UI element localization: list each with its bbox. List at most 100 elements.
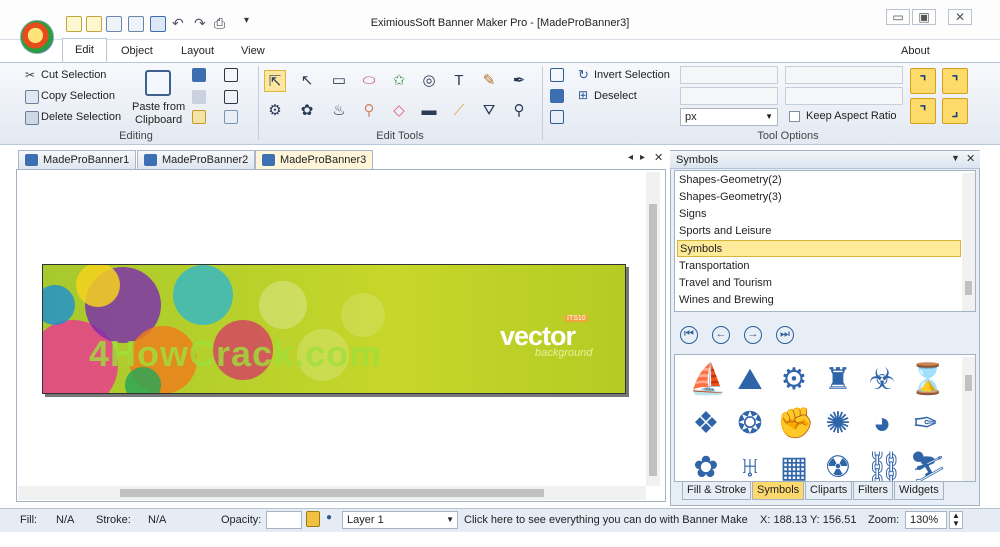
close-tab-icon[interactable]: ✕ xyxy=(654,151,663,164)
gear-icon[interactable]: ⚙ xyxy=(777,363,811,397)
cut-selection-button[interactable]: Cut Selection xyxy=(41,69,106,81)
mountain-icon[interactable]: ⛰ xyxy=(733,363,767,397)
zoom-tool-icon[interactable]: ⚲ xyxy=(508,100,530,122)
frame-dropdown-icon[interactable] xyxy=(224,90,238,104)
tab-layout[interactable]: Layout xyxy=(181,40,214,62)
list-scrollbar[interactable] xyxy=(962,173,975,311)
doc-tab-3[interactable]: MadeProBanner3 xyxy=(255,150,374,169)
biohazard-icon[interactable]: ☣ xyxy=(865,363,899,397)
scroll-thumb[interactable] xyxy=(965,375,972,391)
document-icon[interactable] xyxy=(192,68,206,82)
lock-icon[interactable] xyxy=(306,511,320,527)
deselect-button[interactable]: Deselect xyxy=(594,90,637,102)
measure-tool-icon[interactable]: ⟋ xyxy=(448,100,470,122)
restore-button[interactable]: ▣ xyxy=(912,9,936,25)
next-page-icon[interactable]: → xyxy=(744,326,762,344)
list-item[interactable]: Travel and Tourism xyxy=(677,275,961,292)
align-bottom-left-icon[interactable]: ⌝ xyxy=(910,98,936,124)
burst-icon[interactable]: ✺ xyxy=(821,407,855,441)
spray-tool-icon[interactable]: ✿ xyxy=(296,100,318,122)
opacity-spin[interactable] xyxy=(266,511,302,529)
rectangle-tool-icon[interactable]: ▭ xyxy=(328,70,350,92)
frame-icon[interactable] xyxy=(224,68,238,82)
pen-tool-icon[interactable]: ✒ xyxy=(508,70,530,92)
paste-from-clipboard-button[interactable]: Paste from xyxy=(132,101,185,113)
tab-widgets[interactable]: Widgets xyxy=(894,482,944,500)
copy-selection-button[interactable]: Copy Selection xyxy=(41,90,115,102)
sail-icon[interactable]: ⛵ xyxy=(689,363,726,397)
option-spin-4[interactable] xyxy=(785,87,903,105)
node-tool-icon[interactable]: ↖ xyxy=(296,70,318,92)
list-item[interactable]: Shapes-Geometry(2) xyxy=(677,172,961,189)
list-item[interactable]: Sports and Leisure xyxy=(677,223,961,240)
tab-edit[interactable]: Edit xyxy=(62,38,107,62)
list-item[interactable]: Signs xyxy=(677,206,961,223)
eraser-tool-icon[interactable]: ◇ xyxy=(388,100,410,122)
panel-close-icon[interactable]: ✕ xyxy=(966,152,975,165)
scroll-thumb[interactable] xyxy=(120,489,544,497)
option-spin-2[interactable] xyxy=(785,66,903,84)
align-top-left-icon[interactable]: ⌝ xyxy=(910,68,936,94)
list-item[interactable]: Wines and Brewing xyxy=(677,292,961,309)
tweak-tool-icon[interactable]: ⚙ xyxy=(264,100,286,122)
tab-symbols[interactable]: Symbols xyxy=(752,482,805,500)
diamond-dots-icon[interactable]: ❖ xyxy=(689,407,723,441)
list-item-selected[interactable]: Symbols xyxy=(677,240,961,257)
last-page-icon[interactable]: ⏭ xyxy=(776,326,794,344)
circle-arrow-icon[interactable]: ◕ xyxy=(865,407,899,441)
delete-selection-button[interactable]: Delete Selection xyxy=(41,111,121,123)
zoom-spinner[interactable]: ▲ ▼ xyxy=(949,511,963,529)
checker-icon[interactable]: ▦ xyxy=(777,451,811,481)
panel-menu-icon[interactable]: ▼ xyxy=(951,153,960,163)
banner-artwork[interactable]: vector background ITS10 4HowCrack.com xyxy=(42,264,626,394)
category-list[interactable]: Shapes-Geometry(2) Shapes-Geometry(3) Si… xyxy=(674,170,976,312)
align-bottom-right-icon[interactable]: ⌟ xyxy=(942,98,968,124)
hourglass-icon[interactable]: ⌛ xyxy=(909,363,946,397)
connector-tool-icon[interactable]: ⛛ xyxy=(478,100,500,122)
runner-icon[interactable]: ⛷ xyxy=(909,451,947,481)
select-dropdown-icon[interactable] xyxy=(550,110,564,124)
option-spin-3[interactable] xyxy=(680,87,778,105)
tab-scroll-left-icon[interactable]: ◂ xyxy=(628,152,633,163)
tab-cliparts[interactable]: Cliparts xyxy=(805,482,853,500)
list-item[interactable]: Shapes-Geometry(3) xyxy=(677,189,961,206)
doc-tab-2[interactable]: MadeProBanner2 xyxy=(137,150,256,169)
app-logo-icon[interactable] xyxy=(20,20,54,54)
align-top-right-icon[interactable]: ⌝ xyxy=(942,68,968,94)
star-tool-icon[interactable]: ✩ xyxy=(388,70,410,92)
tab-object[interactable]: Object xyxy=(121,40,153,62)
tab-filters[interactable]: Filters xyxy=(853,482,893,500)
feather-icon[interactable]: ✑ xyxy=(909,407,943,441)
pencil-tool-icon[interactable]: ✎ xyxy=(478,70,500,92)
column-icon[interactable]: ♜ xyxy=(821,363,855,397)
select-same-icon[interactable] xyxy=(550,89,564,103)
spiral-tool-icon[interactable]: ◎ xyxy=(418,70,440,92)
ellipse-tool-icon[interactable]: ⬭ xyxy=(358,70,380,92)
list-item[interactable]: Transportation xyxy=(677,258,961,275)
gradient-tool-icon[interactable]: ▬ xyxy=(418,100,440,122)
horizontal-scrollbar[interactable] xyxy=(18,486,646,500)
zoom-input[interactable]: 130% xyxy=(905,511,947,529)
chain-icon[interactable]: ⛓ xyxy=(865,451,903,481)
ring-icon[interactable]: ❂ xyxy=(733,407,767,441)
invert-selection-button[interactable]: Invert Selection xyxy=(594,69,670,81)
symbols-grid[interactable]: ⛵ ⛰ ⚙ ♜ ☣ ⌛ ❖ ❂ ✊ ✺ ◕ ✑ ✿ ♅ ▦ ☢ ⛓ ⛷ xyxy=(674,354,976,482)
scroll-thumb[interactable] xyxy=(649,204,657,476)
bowl-icon[interactable]: ♅ xyxy=(733,451,767,481)
select-all-icon[interactable] xyxy=(550,68,564,82)
paste-special-icon[interactable] xyxy=(192,110,206,124)
scroll-thumb[interactable] xyxy=(965,281,972,295)
tab-scroll-right-icon[interactable]: ▸ xyxy=(640,152,645,163)
layer-select[interactable]: Layer 1 ▼ xyxy=(342,511,458,529)
fist-icon[interactable]: ✊ xyxy=(777,407,814,441)
flower-icon[interactable]: ✿ xyxy=(689,451,723,481)
prev-page-icon[interactable]: ← xyxy=(712,326,730,344)
close-button[interactable]: ✕ xyxy=(948,9,972,25)
grid-scrollbar[interactable] xyxy=(962,357,975,481)
minimize-button[interactable]: ▭ xyxy=(886,9,910,25)
doc-tab-1[interactable]: MadeProBanner1 xyxy=(18,150,137,169)
vertical-scrollbar[interactable] xyxy=(646,172,660,486)
camera-icon[interactable] xyxy=(224,110,238,124)
text-tool-icon[interactable]: T xyxy=(448,70,470,92)
first-page-icon[interactable]: ⏮ xyxy=(680,326,698,344)
